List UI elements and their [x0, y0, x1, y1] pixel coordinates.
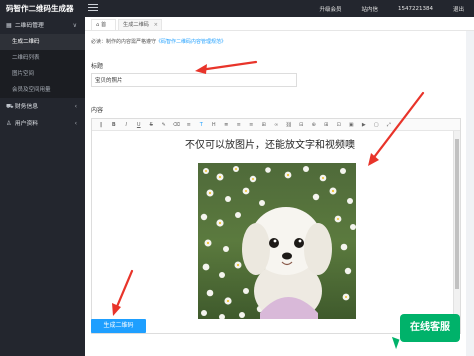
toolbar-image-icon[interactable]: ▣	[345, 119, 358, 131]
toolbar-text-color-icon[interactable]: T	[195, 119, 208, 131]
sidebar-item-create-qrcode[interactable]: 生成二维码	[0, 34, 85, 50]
sidebar-group-user-profile[interactable]: ♙ 用户资料 ‹	[0, 115, 85, 132]
toolbar-emoji-icon[interactable]: ⊕	[308, 119, 321, 131]
toolbar-link-icon[interactable]: ∞	[270, 119, 283, 131]
toolbar-source-icon[interactable]: ‖	[95, 119, 108, 131]
content-policy-link[interactable]: 《码智作二维码内容管理规范》	[156, 39, 226, 45]
sidebar-group-finance[interactable]: ⛟ 财务信息 ‹	[0, 98, 85, 115]
editor-scrollbar[interactable]	[453, 131, 460, 333]
main-content: 必读：制作的内容需严格遵守《码智作二维码内容管理规范》 标题 内容 ‖ B I …	[85, 31, 466, 356]
tab-create-qrcode[interactable]: 生成二维码 ×	[118, 19, 162, 30]
sidebar-group-label: 二维码管理	[14, 23, 44, 29]
toolbar-video-icon[interactable]: ▶	[358, 119, 371, 131]
rich-text-editor[interactable]: ‖ B I U S ✎ ⌫ ≡ T H ≣ ≡ ≡ ⊞ ∞ ⛓ ⊟ ⊕ ⊞ ⊡ …	[91, 118, 461, 334]
upgrade-vip-link[interactable]: 升级会员	[309, 5, 351, 13]
tab-home[interactable]: ⌂ 首页	[91, 19, 116, 39]
sidebar-item-image-space[interactable]: 图片空间	[0, 66, 85, 82]
account-name[interactable]: 1547221384	[388, 6, 443, 12]
home-icon: ⌂	[96, 22, 100, 28]
toolbar-eraser-icon[interactable]: ⌫	[170, 119, 183, 131]
toolbar-strike-icon[interactable]: S	[145, 119, 158, 131]
toolbar-box-icon[interactable]: ▢	[370, 119, 383, 131]
toolbar-italic-icon[interactable]: I	[120, 119, 133, 131]
notice-label: 必读：制作的内容需严格遵守	[91, 39, 157, 45]
tab-bar: ⌂ 首页 生成二维码 ×	[85, 17, 474, 39]
toolbar-table-icon[interactable]: ⊞	[258, 119, 271, 131]
toolbar-bold-icon[interactable]: B	[108, 119, 121, 131]
sidebar-group-label: 用户资料	[14, 121, 39, 127]
online-customer-service-button[interactable]: 在线客服	[400, 314, 460, 342]
editor-text: 不仅可以放图片，还能放文字和视频噢	[185, 140, 355, 151]
top-right-menu: 升级会员 站内信 1547221384 退出	[309, 0, 474, 17]
logout-link[interactable]: 退出	[443, 5, 474, 13]
content-label: 内容	[91, 107, 104, 114]
cart-icon: ⛟	[6, 103, 14, 110]
app-brand[interactable]: 码智作二维码生成器	[0, 0, 85, 17]
toolbar-list-icon[interactable]: ≣	[220, 119, 233, 131]
title-label: 标题	[91, 63, 104, 70]
sidebar-item-membership-usage[interactable]: 会员及空间用量	[0, 82, 85, 98]
toolbar-pen-icon[interactable]: ✎	[158, 119, 171, 131]
editor-scrollbar-thumb[interactable]	[455, 139, 459, 289]
top-bar: 码智作二维码生成器 升级会员 站内信 1547221384 退出	[0, 0, 474, 17]
title-input[interactable]	[91, 73, 297, 87]
toolbar-heading-icon[interactable]: H	[208, 119, 221, 131]
toolbar-align-center-icon[interactable]: ≡	[245, 119, 258, 131]
sidebar: ▦ 二维码管理 ∨ 生成二维码 二维码列表 图片空间 会员及空间用量 ⛟ 财务信…	[0, 17, 85, 356]
toolbar-fullscreen-icon[interactable]: ⤢	[383, 119, 396, 131]
chevron-left-icon: ‹	[74, 103, 77, 110]
chevron-down-icon: ∨	[72, 22, 77, 29]
editor-toolbar: ‖ B I U S ✎ ⌫ ≡ T H ≣ ≡ ≡ ⊞ ∞ ⛓ ⊟ ⊕ ⊞ ⊡ …	[92, 119, 460, 131]
close-icon[interactable]: ×	[154, 20, 158, 31]
toolbar-hr-icon[interactable]: ⊟	[295, 119, 308, 131]
notice-text: 必读：制作的内容需严格遵守《码智作二维码内容管理规范》	[91, 38, 226, 45]
generate-qrcode-button[interactable]: 生成二维码	[91, 319, 146, 333]
toolbar-unlink-icon[interactable]: ⛓	[283, 119, 296, 131]
menu-toggle-icon[interactable]	[88, 4, 98, 13]
toolbar-code-icon[interactable]: ⊡	[333, 119, 346, 131]
tab-current-label: 生成二维码	[123, 22, 149, 28]
grid-icon: ▦	[6, 22, 12, 29]
toolbar-grid-icon[interactable]: ⊞	[320, 119, 333, 131]
dog-photo	[198, 163, 356, 319]
toolbar-underline-icon[interactable]: U	[133, 119, 146, 131]
inbox-link[interactable]: 站内信	[351, 5, 388, 13]
sidebar-item-qrcode-list[interactable]: 二维码列表	[0, 50, 85, 66]
user-icon: ♙	[6, 120, 12, 127]
editor-body[interactable]: 不仅可以放图片，还能放文字和视频噢	[92, 131, 454, 333]
toolbar-align-icon[interactable]: ≡	[183, 119, 196, 131]
sidebar-group-label: 财务信息	[14, 104, 39, 110]
chevron-left-icon: ‹	[74, 120, 77, 127]
sidebar-group-qrcode[interactable]: ▦ 二维码管理 ∨	[0, 17, 85, 34]
toolbar-align-left-icon[interactable]: ≡	[233, 119, 246, 131]
